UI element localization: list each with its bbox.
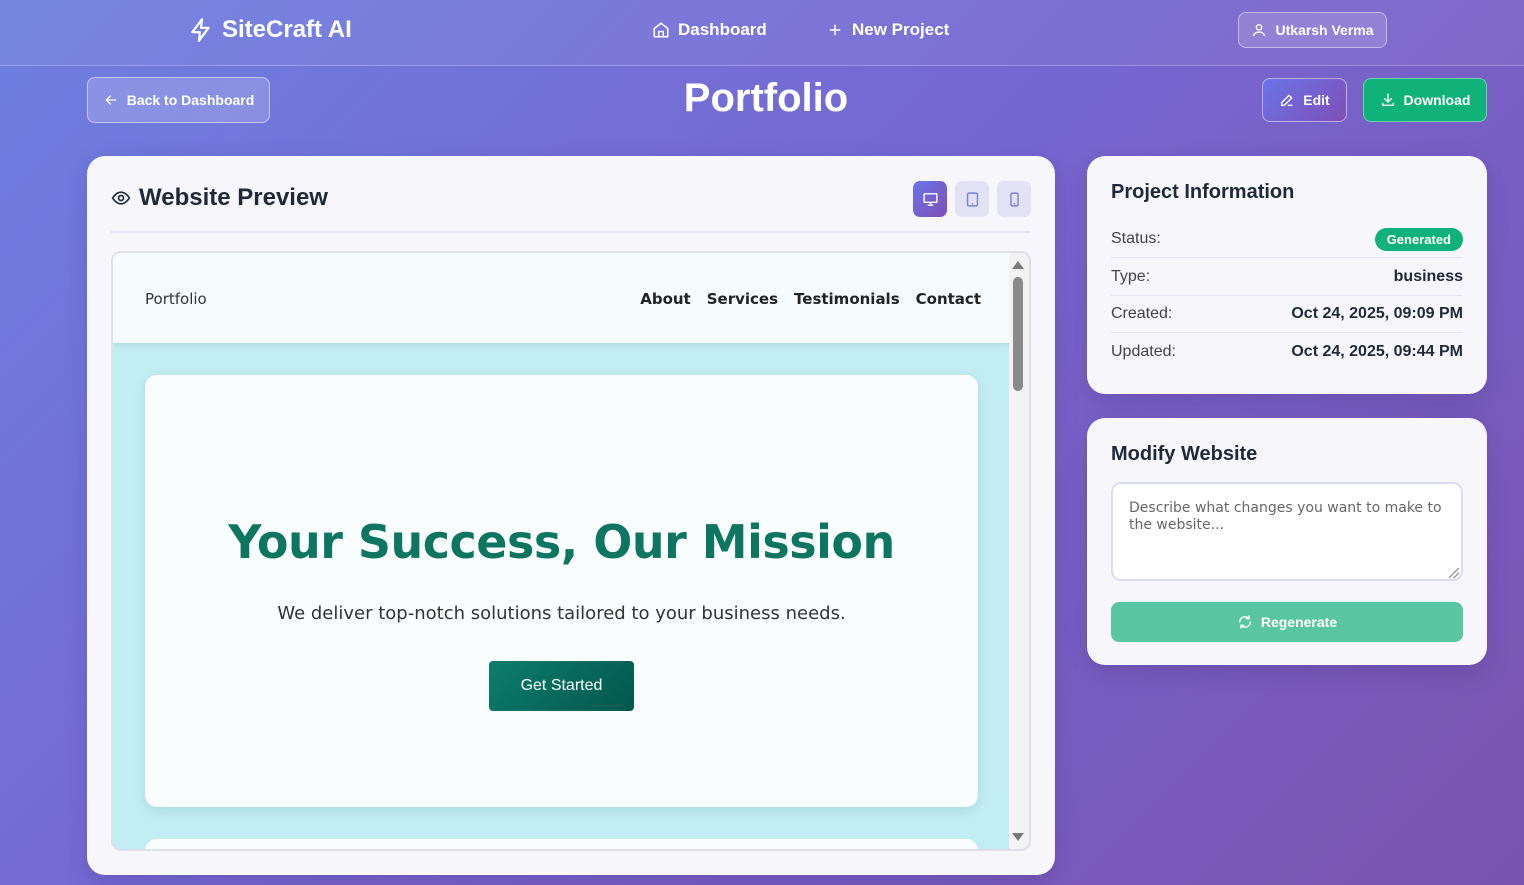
back-label: Back to Dashboard [126,92,255,108]
pencil-icon [1281,94,1293,106]
nav-new-project-link[interactable]: New Project [826,20,949,40]
created-label: Created: [1111,305,1173,322]
hero-heading: Your Success, Our Mission [228,515,895,569]
site-link-about[interactable]: About [640,290,691,308]
type-row: Type: business [1111,259,1463,296]
brand-logo[interactable]: SiteCraft AI [188,16,352,44]
back-to-dashboard-button[interactable]: Back to Dashboard [87,77,270,123]
site-navbar: Portfolio About Services Testimonials Co… [113,253,1011,343]
regenerate-label: Regenerate [1260,614,1338,630]
preview-iframe[interactable]: Portfolio About Services Testimonials Co… [111,251,1031,851]
top-navbar: SiteCraft AI Dashboard New Project Utkar… [0,0,1524,66]
modify-title: Modify Website [1111,443,1258,465]
user-menu-button[interactable]: Utkarsh Verma [1238,12,1387,48]
regenerate-button[interactable]: Regenerate [1111,602,1463,642]
website-preview-card: Website Preview Portfolio About Services… [87,156,1055,875]
site-link-contact[interactable]: Contact [916,290,981,308]
preview-header: Website Preview [111,181,1031,233]
type-value: business [1393,268,1463,285]
status-badge: Generated [1374,227,1463,251]
edit-label: Edit [1303,92,1330,108]
status-row: Status: Generated [1111,221,1463,258]
preview-title-label: Website Preview [139,184,328,211]
brand-name: SiteCraft AI [222,16,352,43]
phone-icon [1009,191,1019,207]
preview-title: Website Preview [111,184,328,212]
page-title: Portfolio [683,76,849,120]
site-link-services[interactable]: Services [707,290,778,308]
get-started-button[interactable]: Get Started [489,661,634,711]
project-information-card: Project Information Status: Generated Ty… [1087,156,1487,394]
user-icon [1253,24,1266,37]
preview-scrollbar[interactable] [1009,253,1029,849]
download-label: Download [1403,92,1471,108]
textarea-resize-handle[interactable] [1449,568,1459,578]
site-hero: Your Success, Our Mission We deliver top… [145,375,978,807]
nav-dashboard-link[interactable]: Dashboard [652,20,767,40]
updated-label: Updated: [1111,342,1176,360]
type-label: Type: [1111,268,1151,285]
project-info-title: Project Information [1111,181,1295,203]
site-link-testimonials[interactable]: Testimonials [794,290,900,308]
refresh-icon [1238,615,1251,629]
monitor-icon [922,192,938,206]
site-next-section [145,839,978,849]
scroll-up-arrow[interactable] [1012,261,1024,269]
site-brand[interactable]: Portfolio [145,290,207,308]
modify-website-card: Modify Website Regenerate [1087,418,1487,665]
lightning-icon [191,18,210,42]
user-name: Utkarsh Verma [1275,22,1374,38]
download-button[interactable]: Download [1363,78,1487,122]
nav-dashboard-label: Dashboard [678,20,767,39]
nav-new-project-label: New Project [852,20,950,39]
device-tablet-button[interactable] [955,181,989,217]
hero-text: We deliver top-notch solutions tailored … [277,603,846,624]
site-nav-links: About Services Testimonials Contact [640,290,981,308]
tablet-icon [966,191,978,207]
device-desktop-button[interactable] [913,181,947,217]
home-icon [653,22,669,38]
download-icon [1381,93,1394,106]
created-value: Oct 24, 2025, 09:09 PM [1291,305,1463,322]
scroll-thumb[interactable] [1013,277,1023,391]
created-row: Created: Oct 24, 2025, 09:09 PM [1111,296,1463,333]
updated-value: Oct 24, 2025, 09:44 PM [1291,342,1463,360]
arrow-left-icon [105,95,117,105]
scroll-down-arrow[interactable] [1012,833,1024,841]
device-mobile-button[interactable] [997,181,1031,217]
modify-instructions-input[interactable] [1111,482,1463,581]
status-label: Status: [1111,230,1161,247]
updated-row: Updated: Oct 24, 2025, 09:44 PM [1111,333,1463,370]
edit-button[interactable]: Edit [1262,78,1347,122]
eye-icon [111,191,131,205]
plus-icon [829,24,841,36]
